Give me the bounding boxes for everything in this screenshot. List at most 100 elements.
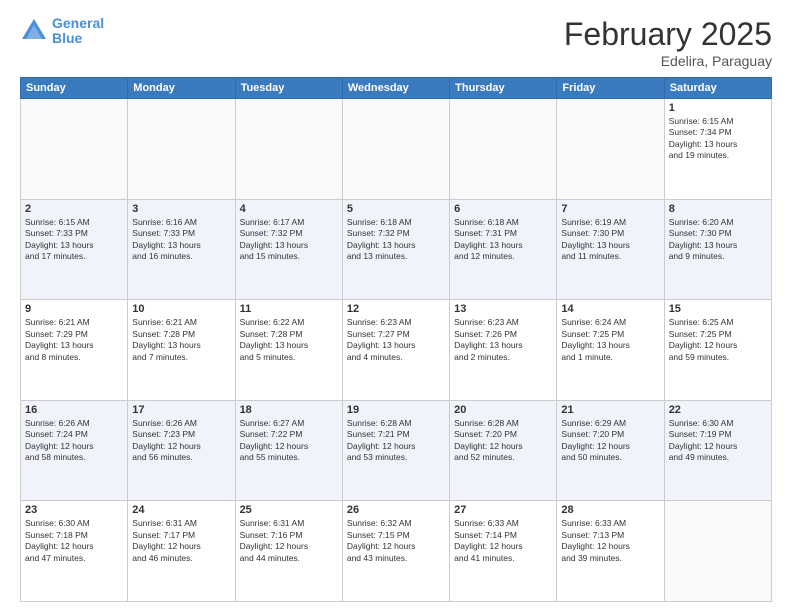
calendar-day	[342, 99, 449, 200]
day-info: Sunrise: 6:22 AM Sunset: 7:28 PM Dayligh…	[240, 317, 338, 363]
calendar-week-2: 2 Sunrise: 6:15 AM Sunset: 7:33 PM Daylig…	[21, 199, 772, 300]
calendar-day: 4 Sunrise: 6:17 AM Sunset: 7:32 PM Daylig…	[235, 199, 342, 300]
calendar-day: 16 Sunrise: 6:26 AM Sunset: 7:24 PM Dayli…	[21, 400, 128, 501]
calendar-day	[450, 99, 557, 200]
calendar-day: 17 Sunrise: 6:26 AM Sunset: 7:23 PM Dayli…	[128, 400, 235, 501]
day-info: Sunrise: 6:17 AM Sunset: 7:32 PM Dayligh…	[240, 217, 338, 263]
calendar-day: 14 Sunrise: 6:24 AM Sunset: 7:25 PM Dayli…	[557, 300, 664, 401]
calendar-day: 28 Sunrise: 6:33 AM Sunset: 7:13 PM Dayli…	[557, 501, 664, 602]
day-info: Sunrise: 6:16 AM Sunset: 7:33 PM Dayligh…	[132, 217, 230, 263]
calendar-day: 9 Sunrise: 6:21 AM Sunset: 7:29 PM Daylig…	[21, 300, 128, 401]
day-number: 27	[454, 504, 552, 516]
day-number: 7	[561, 203, 659, 215]
day-number: 24	[132, 504, 230, 516]
logo-icon	[20, 17, 48, 45]
day-number: 5	[347, 203, 445, 215]
day-number: 26	[347, 504, 445, 516]
weekday-saturday: Saturday	[664, 78, 771, 99]
weekday-header-row: SundayMondayTuesdayWednesdayThursdayFrid…	[21, 78, 772, 99]
weekday-friday: Friday	[557, 78, 664, 99]
day-info: Sunrise: 6:21 AM Sunset: 7:28 PM Dayligh…	[132, 317, 230, 363]
calendar-week-4: 16 Sunrise: 6:26 AM Sunset: 7:24 PM Dayli…	[21, 400, 772, 501]
day-number: 4	[240, 203, 338, 215]
calendar-day: 12 Sunrise: 6:23 AM Sunset: 7:27 PM Dayli…	[342, 300, 449, 401]
day-info: Sunrise: 6:26 AM Sunset: 7:23 PM Dayligh…	[132, 418, 230, 464]
calendar-day	[128, 99, 235, 200]
calendar-day: 24 Sunrise: 6:31 AM Sunset: 7:17 PM Dayli…	[128, 501, 235, 602]
day-number: 18	[240, 404, 338, 416]
day-number: 13	[454, 303, 552, 315]
day-number: 1	[669, 102, 767, 114]
day-number: 17	[132, 404, 230, 416]
calendar-day: 13 Sunrise: 6:23 AM Sunset: 7:26 PM Dayli…	[450, 300, 557, 401]
calendar-table: SundayMondayTuesdayWednesdayThursdayFrid…	[20, 77, 772, 602]
calendar-day: 11Sunrise: 6:22 AM Sunset: 7:28 PM Dayli…	[235, 300, 342, 401]
calendar-day: 7Sunrise: 6:19 AM Sunset: 7:30 PM Daylig…	[557, 199, 664, 300]
day-info: Sunrise: 6:21 AM Sunset: 7:29 PM Dayligh…	[25, 317, 123, 363]
day-number: 2	[25, 203, 123, 215]
calendar-day: 6Sunrise: 6:18 AM Sunset: 7:31 PM Daylig…	[450, 199, 557, 300]
day-info: Sunrise: 6:23 AM Sunset: 7:26 PM Dayligh…	[454, 317, 552, 363]
calendar-day: 1 Sunrise: 6:15 AM Sunset: 7:34 PM Daylig…	[664, 99, 771, 200]
day-number: 16	[25, 404, 123, 416]
day-number: 19	[347, 404, 445, 416]
calendar-day: 23Sunrise: 6:30 AM Sunset: 7:18 PM Dayli…	[21, 501, 128, 602]
day-info: Sunrise: 6:18 AM Sunset: 7:32 PM Dayligh…	[347, 217, 445, 263]
page: General Blue February 2025 Edelira, Para…	[0, 0, 792, 612]
day-info: Sunrise: 6:20 AM Sunset: 7:30 PM Dayligh…	[669, 217, 767, 263]
day-info: Sunrise: 6:29 AM Sunset: 7:20 PM Dayligh…	[561, 418, 659, 464]
day-number: 22	[669, 404, 767, 416]
day-info: Sunrise: 6:33 AM Sunset: 7:14 PM Dayligh…	[454, 518, 552, 564]
calendar-week-3: 9 Sunrise: 6:21 AM Sunset: 7:29 PM Daylig…	[21, 300, 772, 401]
calendar-day: 25 Sunrise: 6:31 AM Sunset: 7:16 PM Dayli…	[235, 501, 342, 602]
logo: General Blue	[20, 16, 104, 47]
day-number: 3	[132, 203, 230, 215]
calendar-day: 18 Sunrise: 6:27 AM Sunset: 7:22 PM Dayli…	[235, 400, 342, 501]
day-info: Sunrise: 6:18 AM Sunset: 7:31 PM Dayligh…	[454, 217, 552, 263]
calendar-day: 22Sunrise: 6:30 AM Sunset: 7:19 PM Dayli…	[664, 400, 771, 501]
calendar-day: 2 Sunrise: 6:15 AM Sunset: 7:33 PM Daylig…	[21, 199, 128, 300]
calendar-week-5: 23Sunrise: 6:30 AM Sunset: 7:18 PM Dayli…	[21, 501, 772, 602]
location-subtitle: Edelira, Paraguay	[564, 53, 772, 69]
weekday-sunday: Sunday	[21, 78, 128, 99]
calendar-day: 15Sunrise: 6:25 AM Sunset: 7:25 PM Dayli…	[664, 300, 771, 401]
day-info: Sunrise: 6:23 AM Sunset: 7:27 PM Dayligh…	[347, 317, 445, 363]
calendar-day	[21, 99, 128, 200]
day-number: 8	[669, 203, 767, 215]
calendar-day: 10 Sunrise: 6:21 AM Sunset: 7:28 PM Dayli…	[128, 300, 235, 401]
weekday-monday: Monday	[128, 78, 235, 99]
logo-text: General Blue	[52, 16, 104, 47]
day-number: 9	[25, 303, 123, 315]
calendar-day	[235, 99, 342, 200]
day-number: 20	[454, 404, 552, 416]
day-info: Sunrise: 6:26 AM Sunset: 7:24 PM Dayligh…	[25, 418, 123, 464]
day-info: Sunrise: 6:33 AM Sunset: 7:13 PM Dayligh…	[561, 518, 659, 564]
day-info: Sunrise: 6:24 AM Sunset: 7:25 PM Dayligh…	[561, 317, 659, 363]
day-number: 14	[561, 303, 659, 315]
calendar-week-1: 1 Sunrise: 6:15 AM Sunset: 7:34 PM Daylig…	[21, 99, 772, 200]
calendar-day: 26 Sunrise: 6:32 AM Sunset: 7:15 PM Dayli…	[342, 501, 449, 602]
day-info: Sunrise: 6:31 AM Sunset: 7:17 PM Dayligh…	[132, 518, 230, 564]
header: General Blue February 2025 Edelira, Para…	[20, 16, 772, 69]
day-number: 25	[240, 504, 338, 516]
weekday-thursday: Thursday	[450, 78, 557, 99]
weekday-wednesday: Wednesday	[342, 78, 449, 99]
calendar-day	[664, 501, 771, 602]
calendar-day	[557, 99, 664, 200]
day-info: Sunrise: 6:28 AM Sunset: 7:21 PM Dayligh…	[347, 418, 445, 464]
day-info: Sunrise: 6:15 AM Sunset: 7:34 PM Dayligh…	[669, 116, 767, 162]
logo-line2: Blue	[52, 31, 104, 46]
calendar-day: 21 Sunrise: 6:29 AM Sunset: 7:20 PM Dayli…	[557, 400, 664, 501]
day-info: Sunrise: 6:25 AM Sunset: 7:25 PM Dayligh…	[669, 317, 767, 363]
day-info: Sunrise: 6:32 AM Sunset: 7:15 PM Dayligh…	[347, 518, 445, 564]
day-info: Sunrise: 6:31 AM Sunset: 7:16 PM Dayligh…	[240, 518, 338, 564]
day-number: 21	[561, 404, 659, 416]
calendar-day: 19 Sunrise: 6:28 AM Sunset: 7:21 PM Dayli…	[342, 400, 449, 501]
day-info: Sunrise: 6:27 AM Sunset: 7:22 PM Dayligh…	[240, 418, 338, 464]
day-number: 10	[132, 303, 230, 315]
day-number: 12	[347, 303, 445, 315]
title-block: February 2025 Edelira, Paraguay	[564, 16, 772, 69]
month-title: February 2025	[564, 16, 772, 53]
day-info: Sunrise: 6:15 AM Sunset: 7:33 PM Dayligh…	[25, 217, 123, 263]
day-number: 28	[561, 504, 659, 516]
